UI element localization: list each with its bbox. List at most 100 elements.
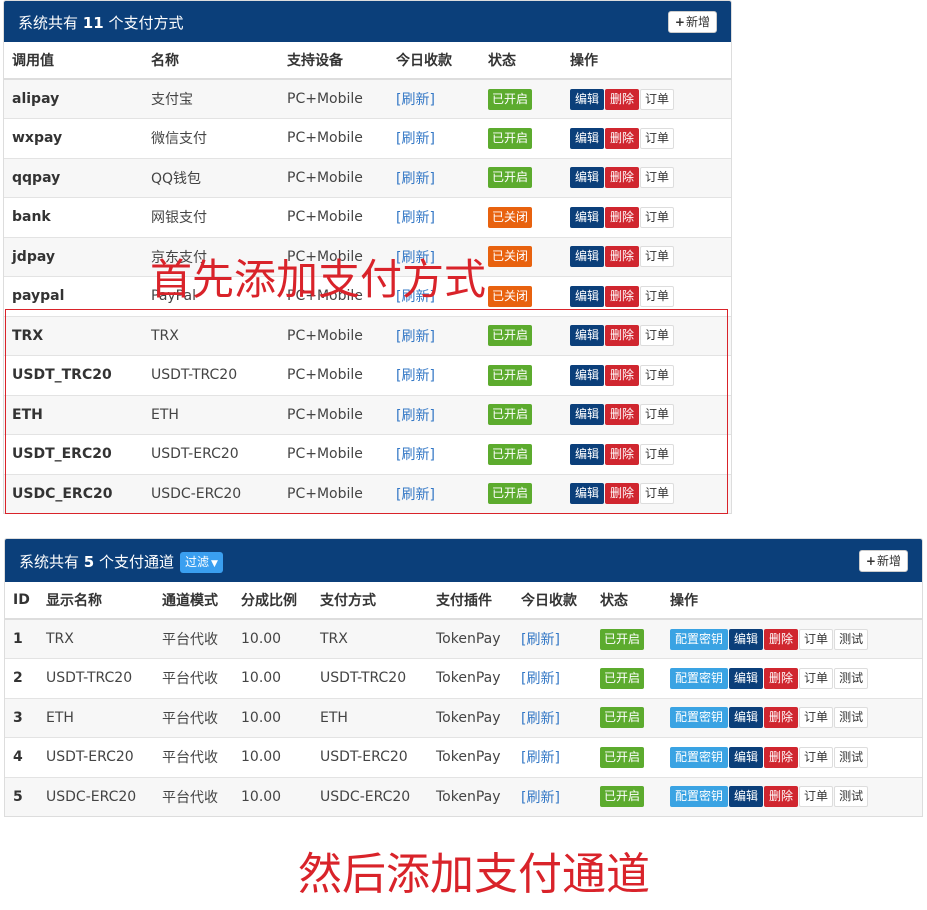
refresh-link[interactable]: [刷新] xyxy=(396,210,435,226)
edit-button[interactable]: 编辑 xyxy=(570,483,605,505)
orders-button[interactable]: 订单 xyxy=(799,628,834,650)
refresh-link[interactable]: [刷新] xyxy=(521,790,560,806)
status-badge[interactable]: 已关闭 xyxy=(488,206,533,228)
cell-actions: 配置密钥 编辑 删除 订单 测试 xyxy=(662,737,922,778)
delete-button[interactable]: 删除 xyxy=(605,364,640,386)
cell-income: [刷新] xyxy=(388,79,480,119)
delete-button[interactable]: 删除 xyxy=(764,786,799,808)
status-badge[interactable]: 已开启 xyxy=(600,707,645,729)
delete-button[interactable]: 删除 xyxy=(605,325,640,347)
status-badge[interactable]: 已开启 xyxy=(488,443,533,465)
filter-button[interactable]: 过滤 ▼ xyxy=(180,552,223,573)
status-badge[interactable]: 已开启 xyxy=(488,88,533,110)
refresh-link[interactable]: [刷新] xyxy=(396,92,435,108)
orders-button[interactable]: 订单 xyxy=(640,88,675,110)
test-button[interactable]: 测试 xyxy=(834,746,869,768)
orders-button[interactable]: 订单 xyxy=(640,127,675,149)
add-payment-method-button[interactable]: +新增 xyxy=(667,11,717,33)
delete-button[interactable]: 删除 xyxy=(764,707,799,729)
edit-button[interactable]: 编辑 xyxy=(570,246,605,268)
edit-button[interactable]: 编辑 xyxy=(570,88,605,110)
config-key-button[interactable]: 配置密钥 xyxy=(670,628,729,650)
delete-button[interactable]: 删除 xyxy=(605,483,640,505)
refresh-link[interactable]: [刷新] xyxy=(396,368,435,384)
channel-plugin: TokenPay xyxy=(436,709,501,726)
orders-button[interactable]: 订单 xyxy=(640,364,675,386)
delete-button[interactable]: 删除 xyxy=(764,746,799,768)
orders-button[interactable]: 订单 xyxy=(640,246,675,268)
edit-button[interactable]: 编辑 xyxy=(729,746,764,768)
orders-button[interactable]: 订单 xyxy=(799,707,834,729)
orders-button[interactable]: 订单 xyxy=(799,746,834,768)
refresh-link[interactable]: [刷新] xyxy=(396,131,435,147)
orders-button[interactable]: 订单 xyxy=(640,443,675,465)
edit-button[interactable]: 编辑 xyxy=(729,786,764,808)
refresh-link[interactable]: [刷新] xyxy=(521,671,560,687)
orders-button[interactable]: 订单 xyxy=(640,483,675,505)
delete-button[interactable]: 删除 xyxy=(764,628,799,650)
delete-button[interactable]: 删除 xyxy=(764,667,799,689)
method-device: PC+Mobile xyxy=(287,446,363,463)
test-button[interactable]: 测试 xyxy=(834,707,869,729)
orders-button[interactable]: 订单 xyxy=(640,325,675,347)
edit-button[interactable]: 编辑 xyxy=(570,206,605,228)
edit-button[interactable]: 编辑 xyxy=(570,127,605,149)
orders-button[interactable]: 订单 xyxy=(799,667,834,689)
status-badge[interactable]: 已关闭 xyxy=(488,246,533,268)
cell-income: [刷新] xyxy=(388,355,480,396)
table-header-row: ID 显示名称 通道模式 分成比例 支付方式 支付插件 今日收款 状态 操作 xyxy=(5,582,922,620)
delete-button[interactable]: 删除 xyxy=(605,246,640,268)
test-button[interactable]: 测试 xyxy=(834,667,869,689)
edit-button[interactable]: 编辑 xyxy=(570,443,605,465)
orders-button[interactable]: 订单 xyxy=(799,786,834,808)
status-badge[interactable]: 已开启 xyxy=(600,667,645,689)
orders-button[interactable]: 订单 xyxy=(640,167,675,189)
refresh-link[interactable]: [刷新] xyxy=(396,171,435,187)
refresh-link[interactable]: [刷新] xyxy=(521,711,560,727)
channel-rate: 10.00 xyxy=(241,631,282,647)
edit-button[interactable]: 编辑 xyxy=(570,167,605,189)
orders-button[interactable]: 订单 xyxy=(640,285,675,307)
delete-button[interactable]: 删除 xyxy=(605,285,640,307)
orders-button[interactable]: 订单 xyxy=(640,404,675,426)
edit-button[interactable]: 编辑 xyxy=(729,707,764,729)
delete-button[interactable]: 删除 xyxy=(605,88,640,110)
cell-code: TRX xyxy=(4,316,143,356)
status-badge[interactable]: 已开启 xyxy=(488,127,533,149)
refresh-link[interactable]: [刷新] xyxy=(521,632,560,648)
status-badge[interactable]: 已开启 xyxy=(600,786,645,808)
edit-button[interactable]: 编辑 xyxy=(570,325,605,347)
delete-button[interactable]: 删除 xyxy=(605,127,640,149)
test-button[interactable]: 测试 xyxy=(834,628,869,650)
status-badge[interactable]: 已关闭 xyxy=(488,285,533,307)
delete-button[interactable]: 删除 xyxy=(605,443,640,465)
edit-button[interactable]: 编辑 xyxy=(570,404,605,426)
refresh-link[interactable]: [刷新] xyxy=(396,408,435,424)
delete-button[interactable]: 删除 xyxy=(605,206,640,228)
config-key-button[interactable]: 配置密钥 xyxy=(670,667,729,689)
delete-button[interactable]: 删除 xyxy=(605,167,640,189)
cell-actions: 编辑 删除 订单 xyxy=(562,316,731,356)
status-badge[interactable]: 已开启 xyxy=(488,325,533,347)
orders-button[interactable]: 订单 xyxy=(640,206,675,228)
test-button[interactable]: 测试 xyxy=(834,786,869,808)
add-payment-channel-button[interactable]: +新增 xyxy=(858,550,908,572)
refresh-link[interactable]: [刷新] xyxy=(396,447,435,463)
delete-button[interactable]: 删除 xyxy=(605,404,640,426)
edit-button[interactable]: 编辑 xyxy=(729,667,764,689)
edit-button[interactable]: 编辑 xyxy=(570,364,605,386)
edit-button[interactable]: 编辑 xyxy=(570,285,605,307)
status-badge[interactable]: 已开启 xyxy=(600,746,645,768)
config-key-button[interactable]: 配置密钥 xyxy=(670,707,729,729)
config-key-button[interactable]: 配置密钥 xyxy=(670,786,729,808)
config-key-button[interactable]: 配置密钥 xyxy=(670,746,729,768)
refresh-link[interactable]: [刷新] xyxy=(396,487,435,503)
status-badge[interactable]: 已开启 xyxy=(600,628,645,650)
refresh-link[interactable]: [刷新] xyxy=(521,750,560,766)
status-badge[interactable]: 已开启 xyxy=(488,404,533,426)
status-badge[interactable]: 已开启 xyxy=(488,167,533,189)
refresh-link[interactable]: [刷新] xyxy=(396,329,435,345)
edit-button[interactable]: 编辑 xyxy=(729,628,764,650)
status-badge[interactable]: 已开启 xyxy=(488,364,533,386)
status-badge[interactable]: 已开启 xyxy=(488,483,533,505)
